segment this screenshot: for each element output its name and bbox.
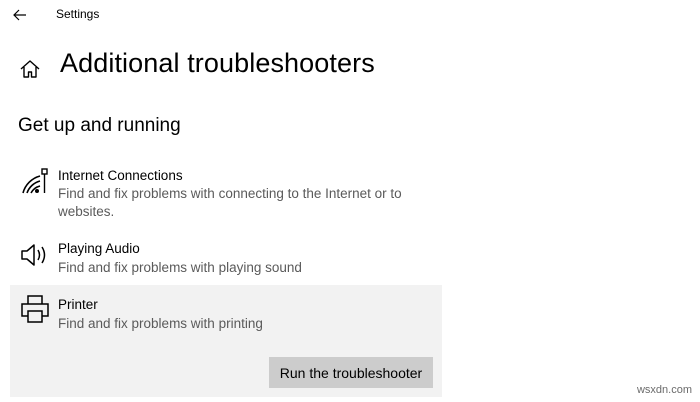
troubleshooter-internet-connections[interactable]: Internet Connections Find and fix proble… bbox=[10, 160, 442, 226]
troubleshooter-name: Playing Audio bbox=[58, 241, 140, 256]
section-title: Get up and running bbox=[18, 115, 181, 136]
wifi-icon bbox=[20, 166, 50, 196]
printer-icon bbox=[20, 294, 50, 324]
troubleshooter-printer[interactable]: Printer Find and fix problems with print… bbox=[10, 285, 442, 397]
speaker-icon bbox=[20, 240, 50, 270]
title-bar: Settings bbox=[0, 0, 700, 32]
troubleshooter-name: Internet Connections bbox=[58, 168, 183, 183]
page-title: Additional troubleshooters bbox=[60, 48, 375, 78]
troubleshooter-playing-audio[interactable]: Playing Audio Find and fix problems with… bbox=[10, 234, 442, 280]
troubleshooter-description: Find and fix problems with printing bbox=[58, 316, 263, 331]
troubleshooter-description: Find and fix problems with playing sound bbox=[58, 260, 302, 275]
watermark: wsxdn.com bbox=[636, 384, 692, 396]
run-troubleshooter-button[interactable]: Run the troubleshooter bbox=[269, 357, 433, 388]
troubleshooter-name: Printer bbox=[58, 297, 98, 312]
app-title: Settings bbox=[56, 7, 100, 21]
back-arrow-icon[interactable] bbox=[10, 5, 30, 25]
troubleshooter-description: Find and fix problems with connecting to… bbox=[58, 186, 402, 219]
home-icon[interactable] bbox=[18, 57, 42, 81]
